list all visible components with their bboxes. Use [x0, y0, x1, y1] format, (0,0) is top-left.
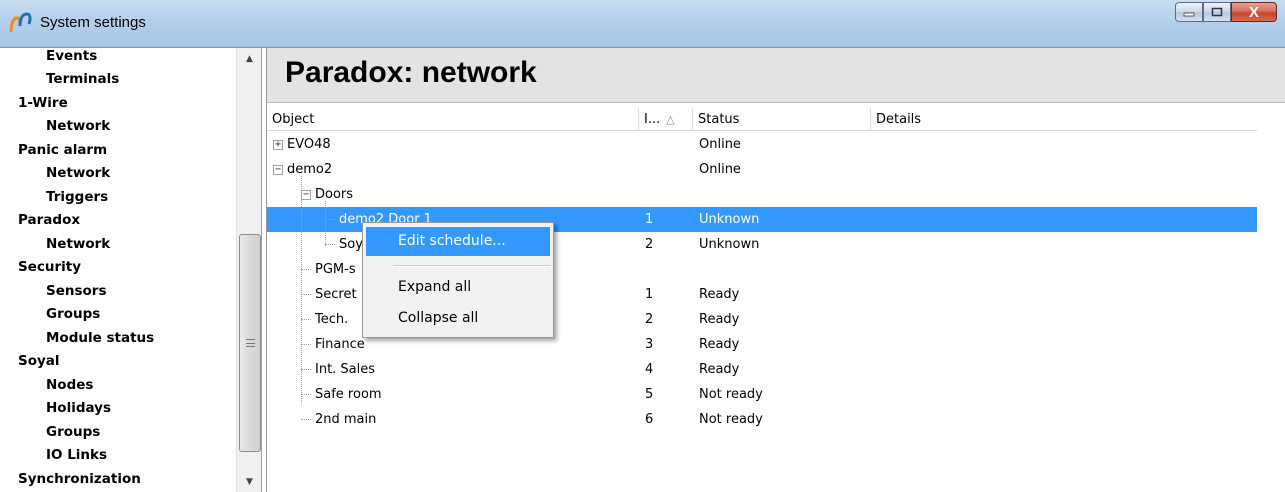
- tree-connector: [301, 419, 311, 420]
- tree-connector: [301, 344, 311, 345]
- cell-object: Safe room: [315, 387, 382, 402]
- nav-item[interactable]: Groups: [0, 421, 236, 445]
- cell-object: Tech.: [315, 312, 349, 327]
- nav-item[interactable]: Triggers: [0, 186, 236, 210]
- cell-status: Online: [699, 162, 741, 177]
- window-controls: X: [1175, 2, 1277, 22]
- tree-connector: [301, 269, 311, 270]
- nav-item[interactable]: Nodes: [0, 374, 236, 398]
- page-title: Paradox: network: [285, 56, 537, 89]
- table-row[interactable]: Int. Sales 4 Ready: [267, 357, 1257, 382]
- cell-id: 6: [645, 412, 654, 427]
- cell-status: Not ready: [699, 412, 763, 427]
- scroll-up-arrow-icon[interactable]: ▲: [237, 50, 261, 67]
- cell-id: 1: [645, 212, 654, 227]
- close-button[interactable]: X: [1231, 2, 1277, 22]
- table-row[interactable]: + EVO48 Online: [267, 132, 1257, 157]
- network-tree-grid: Object I... △ Status Details + EVO48 Online…: [267, 108, 1257, 427]
- nav-item[interactable]: Network: [0, 233, 236, 257]
- scroll-thumb[interactable]: [239, 234, 261, 452]
- expand-toggle-icon[interactable]: +: [273, 140, 283, 150]
- settings-nav-tree: Events Terminals 1-Wire Network Panic alarm N…: [0, 48, 236, 491]
- window-title: System settings: [40, 14, 146, 31]
- cell-id: 1: [645, 287, 654, 302]
- context-menu: Edit schedule... Expand all Collapse all: [362, 222, 554, 338]
- tree-connector: [325, 219, 335, 220]
- nav-item[interactable]: Network: [0, 115, 236, 139]
- sort-ascending-icon: △: [666, 113, 675, 126]
- cell-status: Not ready: [699, 387, 763, 402]
- cell-status: Ready: [699, 287, 740, 302]
- table-row[interactable]: Safe room 5 Not ready: [267, 382, 1257, 407]
- settings-nav-panel: Events Terminals 1-Wire Network Panic alarm N…: [0, 48, 262, 492]
- nav-item[interactable]: Module status: [0, 327, 236, 351]
- nav-item[interactable]: Soyal: [0, 350, 236, 374]
- nav-item[interactable]: Panic alarm: [0, 139, 236, 163]
- cell-status: Unknown: [699, 237, 760, 252]
- tree-connector: [301, 394, 311, 395]
- nav-item[interactable]: Paradox: [0, 209, 236, 233]
- cell-object: Secret: [315, 287, 357, 302]
- menu-item-collapse-all[interactable]: Collapse all: [366, 304, 550, 333]
- page-header: Paradox: network: [267, 48, 1285, 103]
- nav-item[interactable]: Synchronization: [0, 468, 236, 492]
- column-header-status[interactable]: Status: [693, 108, 871, 131]
- nav-item[interactable]: 1-Wire: [0, 92, 236, 116]
- cell-status: Unknown: [699, 212, 760, 227]
- tree-connector: [325, 244, 335, 245]
- column-header-object[interactable]: Object: [267, 108, 639, 131]
- cell-object: Doors: [315, 187, 354, 202]
- grip-icon: [246, 339, 255, 347]
- tree-connector: [301, 369, 311, 370]
- table-row[interactable]: 2nd main 6 Not ready: [267, 407, 1257, 432]
- nav-item[interactable]: Security: [0, 256, 236, 280]
- nav-item[interactable]: Groups: [0, 303, 236, 327]
- table-row[interactable]: − demo2 Online: [267, 157, 1257, 182]
- menu-item-edit-schedule[interactable]: Edit schedule...: [366, 227, 550, 256]
- tree-connector: [301, 319, 311, 320]
- tree-connector: [301, 294, 311, 295]
- cell-status: Ready: [699, 337, 740, 352]
- app-logo-icon: [9, 12, 32, 33]
- nav-item[interactable]: Sensors: [0, 280, 236, 304]
- cell-object: EVO48: [287, 137, 331, 152]
- tree-connector: [325, 201, 326, 246]
- cell-id: 2: [645, 237, 654, 252]
- nav-item[interactable]: Holidays: [0, 397, 236, 421]
- grid-header: Object I... △ Status Details: [267, 108, 1257, 131]
- cell-object: 2nd main: [315, 412, 377, 427]
- minimize-icon: [1183, 12, 1195, 17]
- table-row[interactable]: − Doors: [267, 182, 1257, 207]
- maximize-icon: [1211, 7, 1223, 17]
- nav-item[interactable]: Events: [0, 48, 236, 68]
- nav-item[interactable]: Terminals: [0, 68, 236, 92]
- menu-item-expand-all[interactable]: Expand all: [366, 273, 550, 302]
- collapse-toggle-icon[interactable]: −: [273, 165, 283, 175]
- nav-item[interactable]: IO Links: [0, 444, 236, 468]
- collapse-toggle-icon[interactable]: −: [301, 190, 311, 200]
- cell-object: demo2: [287, 162, 333, 177]
- cell-object: Finance: [315, 337, 365, 352]
- nav-item[interactable]: Network: [0, 162, 236, 186]
- column-header-id[interactable]: I... △: [639, 108, 693, 131]
- cell-object: Int. Sales: [315, 362, 376, 377]
- cell-id: 4: [645, 362, 654, 377]
- scroll-down-arrow-icon[interactable]: ▼: [237, 473, 261, 490]
- close-icon: X: [1248, 3, 1259, 21]
- maximize-button[interactable]: [1203, 2, 1231, 22]
- cell-object: PGM-s: [315, 262, 356, 277]
- cell-id: 3: [645, 337, 654, 352]
- title-bar: System settings X: [0, 0, 1285, 48]
- menu-separator: [393, 265, 551, 267]
- cell-id: 5: [645, 387, 654, 402]
- cell-status: Ready: [699, 312, 740, 327]
- cell-id: 2: [645, 312, 654, 327]
- cell-object: Soy: [339, 237, 363, 252]
- column-header-details[interactable]: Details: [871, 108, 1257, 131]
- cell-status: Online: [699, 137, 741, 152]
- cell-status: Ready: [699, 362, 740, 377]
- nav-scrollbar[interactable]: ▲ ▼: [236, 48, 261, 492]
- tree-connector: [301, 176, 302, 405]
- minimize-button[interactable]: [1175, 2, 1203, 22]
